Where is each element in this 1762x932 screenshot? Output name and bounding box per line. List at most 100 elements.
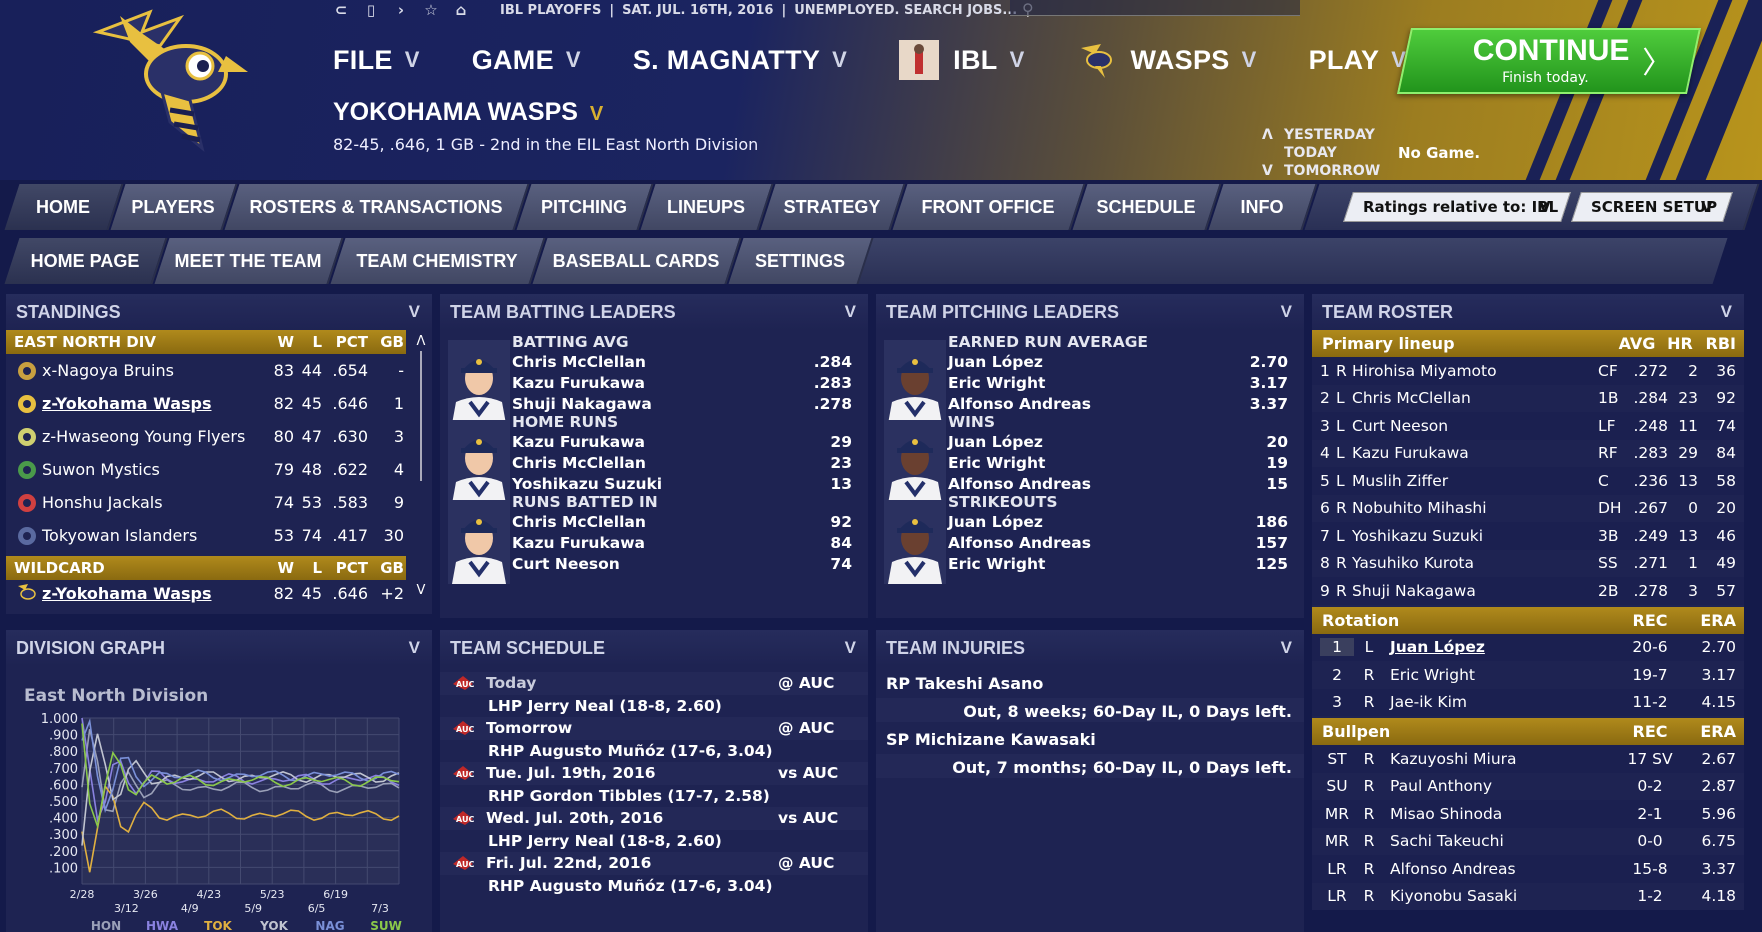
lineup-row[interactable]: 5 L Muslih Ziffer C .236 13 58 <box>1312 467 1744 495</box>
player-name[interactable]: Eric Wright <box>948 554 1045 575</box>
lineup-row[interactable]: 1 R Hirohisa Miyamoto CF .272 2 36 <box>1312 357 1744 385</box>
screen-setup-dropdown[interactable]: SCREEN SETUP V <box>1571 192 1733 222</box>
team-schedule-header[interactable]: TEAM SCHEDULE V <box>440 630 868 666</box>
probable-pitcher[interactable]: RHP Augusto Muñóz (17-6, 3.04) <box>488 877 773 895</box>
scroll-thumb[interactable] <box>420 351 422 481</box>
player-name[interactable]: Alfonso Andreas <box>1384 860 1620 878</box>
menu-manager[interactable]: S. MAGNATTY V <box>633 45 847 76</box>
team-injuries-header[interactable]: TEAM INJURIES V <box>876 630 1304 666</box>
probable-pitcher[interactable]: RHP Gordon Tibbles (17-7, 2.58) <box>488 787 770 805</box>
tomorrow-link[interactable]: V TOMORROW <box>1262 162 1380 180</box>
pitcher-row[interactable]: 1 L Juan López 20-6 2.70 <box>1312 633 1744 661</box>
standings-row[interactable]: Suwon Mystics 79 48 .622 4 <box>6 453 406 486</box>
injury-player[interactable]: RP Takeshi Asano <box>876 666 1304 698</box>
leader-row[interactable]: Eric Wright 3.17 <box>948 373 1288 394</box>
pitcher-row[interactable]: MR R Misao Shinoda 2-1 5.96 <box>1312 800 1744 828</box>
standings-scrollbar[interactable]: Λ V <box>416 334 426 598</box>
chevron-down-icon[interactable]: V <box>416 583 426 598</box>
leader-row[interactable]: Alfonso Andreas 157 <box>948 533 1288 554</box>
division-graph-header[interactable]: DIVISION GRAPH V <box>6 630 432 666</box>
player-name[interactable]: Alfonso Andreas <box>948 533 1091 554</box>
chevron-up-icon[interactable]: Λ <box>416 334 426 349</box>
player-name[interactable]: Juan López <box>1384 638 1620 656</box>
pitcher-row[interactable]: LR R Kiyonobu Sasaki 1-2 4.18 <box>1312 883 1744 911</box>
tab-home[interactable]: HOME <box>4 184 124 230</box>
probable-pitcher[interactable]: RHP Augusto Muñóz (17-6, 3.04) <box>488 742 773 760</box>
lineup-row[interactable]: 3 L Curt Neeson LF .248 11 74 <box>1312 412 1744 440</box>
standings-row[interactable]: z-Yokohama Wasps 82 45 .646 1 <box>6 387 406 420</box>
player-name[interactable]: Paul Anthony <box>1384 777 1620 795</box>
leader-row[interactable]: Eric Wright 19 <box>948 453 1288 474</box>
tab-players[interactable]: PLAYERS <box>110 184 238 230</box>
player-photo[interactable] <box>884 340 946 424</box>
yesterday-link[interactable]: Λ YESTERDAY <box>1262 126 1380 144</box>
leader-row[interactable]: Chris McClellan .284 <box>512 352 852 373</box>
leader-row[interactable]: Juan López 186 <box>948 512 1288 533</box>
pitcher-row[interactable]: MR R Sachi Takeuchi 0-0 6.75 <box>1312 828 1744 856</box>
player-photo[interactable] <box>448 500 510 584</box>
subtab-meet-the-team[interactable]: MEET THE TEAM <box>154 238 344 284</box>
lineup-row[interactable]: 6 R Nobuhito Mihashi DH .267 0 20 <box>1312 495 1744 523</box>
player-name[interactable]: Eric Wright <box>1384 666 1620 684</box>
home-icon[interactable]: ⌂ <box>450 1 472 19</box>
player-name[interactable]: Sachi Takeuchi <box>1384 832 1620 850</box>
team-name[interactable]: z-Yokohama Wasps <box>42 584 270 603</box>
leader-row[interactable]: Kazu Furukawa 84 <box>512 533 852 554</box>
player-name[interactable]: Curt Neeson <box>1352 417 1598 435</box>
lineup-row[interactable]: 2 L Chris McClellan 1B .284 23 92 <box>1312 385 1744 413</box>
schedule-game-row[interactable]: AUC Fri. Jul. 22nd, 2016 @ AUC <box>440 852 868 875</box>
player-name[interactable]: Jae-ik Kim <box>1384 693 1620 711</box>
tab-info[interactable]: INFO <box>1208 184 1318 230</box>
standings-header[interactable]: STANDINGS V <box>6 294 432 330</box>
subtab-settings[interactable]: SETTINGS <box>728 238 874 284</box>
back-icon[interactable]: ⊂ <box>330 1 352 19</box>
bookmark-icon[interactable]: ▯ <box>360 1 382 19</box>
lineup-row[interactable]: 4 L Kazu Furukawa RF .283 29 84 <box>1312 440 1744 468</box>
subtab-baseball-cards[interactable]: BASEBALL CARDS <box>532 238 742 284</box>
menu-file[interactable]: FILE V <box>333 45 420 76</box>
roster-header[interactable]: TEAM ROSTER V <box>1312 294 1744 330</box>
player-name[interactable]: Shuji Nakagawa <box>1352 582 1598 600</box>
menu-play[interactable]: PLAY V <box>1309 45 1407 76</box>
ratings-dropdown[interactable]: Ratings relative to: IBL V <box>1343 192 1571 222</box>
pitcher-row[interactable]: 3 R Jae-ik Kim 11-2 4.15 <box>1312 688 1744 716</box>
leader-row[interactable]: Juan López 2.70 <box>948 352 1288 373</box>
search-input[interactable] <box>1010 0 1300 16</box>
player-name[interactable]: Hirohisa Miyamoto <box>1352 362 1598 380</box>
today-link[interactable]: TODAY <box>1262 144 1380 162</box>
team-name[interactable]: Suwon Mystics <box>42 460 270 479</box>
player-name[interactable]: Eric Wright <box>948 373 1045 394</box>
standings-row[interactable]: x-Nagoya Bruins 83 44 .654 - <box>6 354 406 387</box>
team-name[interactable]: x-Nagoya Bruins <box>42 361 270 380</box>
player-name[interactable]: Kazuyoshi Miura <box>1384 750 1620 768</box>
probable-pitcher[interactable]: LHP Jerry Neal (18-8, 2.60) <box>488 832 722 850</box>
player-name[interactable]: Misao Shinoda <box>1384 805 1620 823</box>
tab-rosters-transactions[interactable]: ROSTERS & TRANSACTIONS <box>224 184 530 230</box>
standings-row[interactable]: Tokyowan Islanders 53 74 .417 30 <box>6 519 406 552</box>
pitcher-row[interactable]: ST R Kazuyoshi Miura 17 SV 2.67 <box>1312 745 1744 773</box>
leader-row[interactable]: Curt Neeson 74 <box>512 554 852 575</box>
player-name[interactable]: Yasuhiko Kurota <box>1352 554 1598 572</box>
player-name[interactable]: Curt Neeson <box>512 554 620 575</box>
tab-lineups[interactable]: LINEUPS <box>640 184 774 230</box>
team-title[interactable]: YOKOHAMA WASPS V <box>333 98 603 127</box>
player-name[interactable]: Juan López <box>948 432 1043 453</box>
player-photo[interactable] <box>448 340 510 424</box>
wildcard-row[interactable]: z-Yokohama Wasps 82 45 .646 +2 <box>6 580 406 606</box>
player-name[interactable]: Chris McClellan <box>512 352 646 373</box>
player-photo[interactable] <box>448 420 510 504</box>
lineup-row[interactable]: 9 R Shuji Nakagawa 2B .278 3 57 <box>1312 577 1744 605</box>
leader-row[interactable]: Kazu Furukawa 29 <box>512 432 852 453</box>
subtab-team-chemistry[interactable]: TEAM CHEMISTRY <box>330 238 546 284</box>
tab-pitching[interactable]: PITCHING <box>516 184 654 230</box>
player-photo[interactable] <box>884 420 946 504</box>
lineup-row[interactable]: 8 R Yasuhiko Kurota SS .271 1 49 <box>1312 550 1744 578</box>
player-name[interactable]: Muslih Ziffer <box>1352 472 1598 490</box>
player-name[interactable]: Chris McClellan <box>512 453 646 474</box>
lineup-row[interactable]: 7 L Yoshikazu Suzuki 3B .249 13 46 <box>1312 522 1744 550</box>
standings-row[interactable]: z-Hwaseong Young Flyers 80 47 .630 3 <box>6 420 406 453</box>
player-name[interactable]: Kazu Furukawa <box>512 432 645 453</box>
subtab-home-page[interactable]: HOME PAGE <box>4 238 168 284</box>
player-name[interactable]: Kiyonobu Sasaki <box>1384 887 1620 905</box>
injury-player[interactable]: SP Michizane Kawasaki <box>876 722 1304 754</box>
